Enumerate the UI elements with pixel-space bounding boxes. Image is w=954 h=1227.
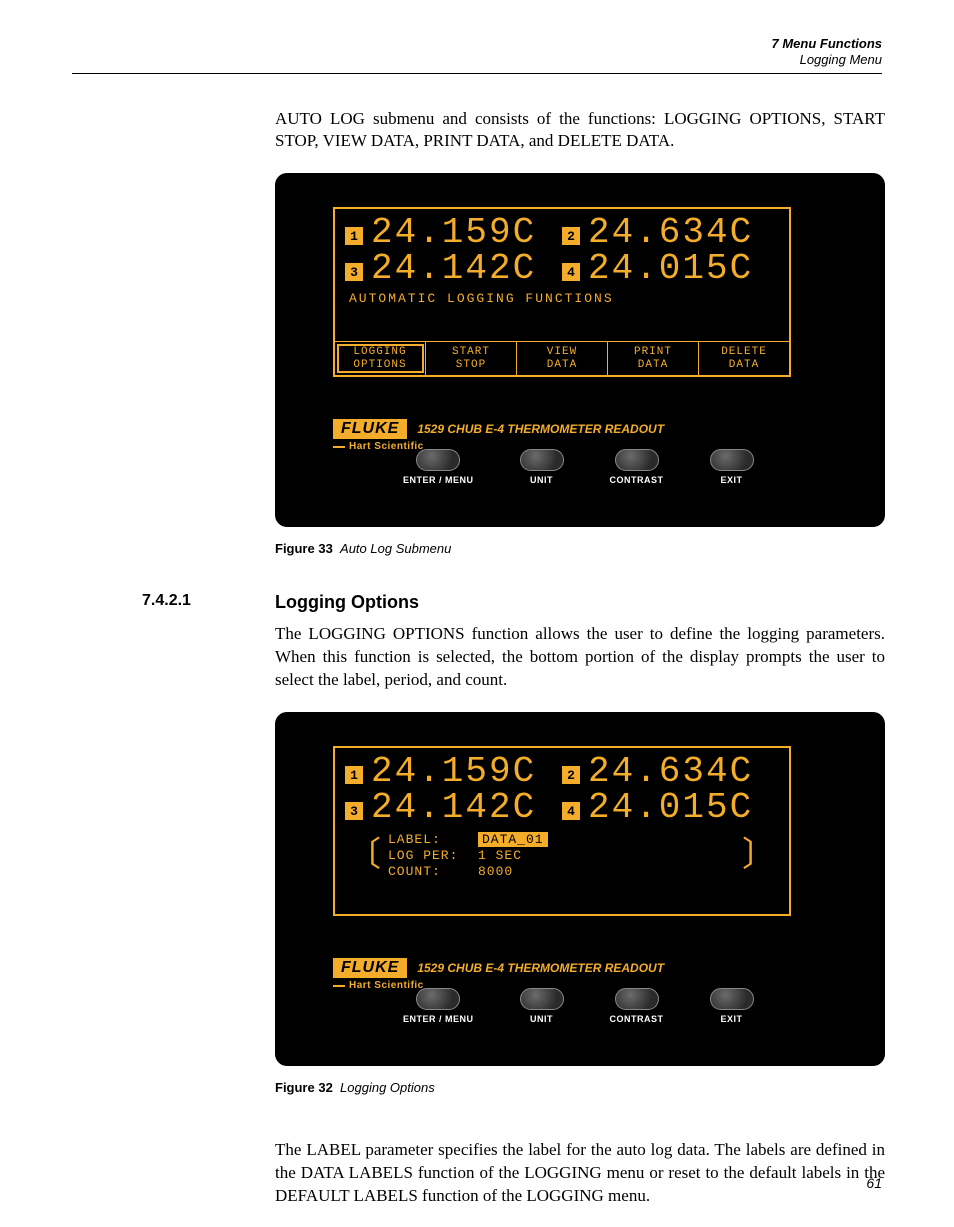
button-oval bbox=[520, 988, 564, 1010]
channel-badge-3: 3 bbox=[345, 802, 363, 820]
softkey-logging-options[interactable]: LOGGING OPTIONS bbox=[335, 342, 426, 375]
button-exit[interactable]: EXIT bbox=[710, 988, 754, 1024]
softkey-delete-data[interactable]: DELETE DATA bbox=[699, 342, 789, 375]
softkey-row: LOGGING OPTIONS START STOP VIEW DATA bbox=[335, 341, 789, 375]
param-label-value[interactable]: DATA_01 bbox=[478, 832, 548, 847]
param-period-key: LOG PER: bbox=[388, 848, 478, 863]
device-panel: 1 24.159C 2 24.634C 3 24.142C bbox=[275, 173, 885, 527]
button-oval bbox=[416, 988, 460, 1010]
header-rule bbox=[72, 73, 882, 74]
param-count-key: COUNT: bbox=[388, 864, 478, 879]
model-label: 1529 CHUB E-4 THERMOMETER READOUT bbox=[417, 422, 664, 436]
section-heading-row: 7.4.2.1 Logging Options bbox=[72, 592, 882, 613]
param-label-key: LABEL: bbox=[388, 832, 478, 847]
figure-33: 1 24.159C 2 24.634C 3 24.142C bbox=[275, 173, 885, 527]
page-header: 7 Menu Functions Logging Menu bbox=[72, 36, 882, 74]
button-oval bbox=[615, 988, 659, 1010]
readouts-grid: 1 24.159C 2 24.634C 3 24.142C bbox=[335, 748, 789, 828]
channel-badge-3: 3 bbox=[345, 263, 363, 281]
readout-ch4: 4 24.015C bbox=[562, 251, 779, 287]
readouts-grid: 1 24.159C 2 24.634C 3 24.142C bbox=[335, 209, 789, 289]
readout-ch3: 3 24.142C bbox=[345, 251, 562, 287]
channel-value-3: 24.142C bbox=[371, 790, 536, 826]
channel-badge-1: 1 bbox=[345, 227, 363, 245]
model-label: 1529 CHUB E-4 THERMOMETER READOUT bbox=[417, 961, 664, 975]
channel-value-1: 24.159C bbox=[371, 215, 536, 251]
button-unit[interactable]: UNIT bbox=[520, 449, 564, 485]
button-oval bbox=[710, 988, 754, 1010]
readout-ch2: 2 24.634C bbox=[562, 215, 779, 251]
fluke-logo: FLUKE bbox=[333, 958, 407, 978]
button-contrast[interactable]: CONTRAST bbox=[610, 449, 664, 485]
readout-ch1: 1 24.159C bbox=[345, 754, 562, 790]
brand-row: FLUKE 1529 CHUB E-4 THERMOMETER READOUT bbox=[333, 958, 791, 978]
button-oval bbox=[615, 449, 659, 471]
figure-32: 1 24.159C 2 24.634C 3 24.142C bbox=[275, 712, 885, 1066]
hardware-buttons: ENTER / MENU UNIT CONTRAST EXIT bbox=[403, 449, 754, 485]
button-enter-menu[interactable]: ENTER / MENU bbox=[403, 449, 474, 485]
section-paragraph-2: The LABEL parameter specifies the label … bbox=[275, 1139, 885, 1208]
readout-ch1: 1 24.159C bbox=[345, 215, 562, 251]
softkey-print-data[interactable]: PRINT DATA bbox=[608, 342, 699, 375]
button-exit[interactable]: EXIT bbox=[710, 449, 754, 485]
softkey-start-stop[interactable]: START STOP bbox=[426, 342, 517, 375]
param-period-value[interactable]: 1 SEC bbox=[478, 848, 548, 863]
button-oval bbox=[710, 449, 754, 471]
lcd-screen: 1 24.159C 2 24.634C 3 24.142C bbox=[333, 207, 791, 377]
readout-ch2: 2 24.634C bbox=[562, 754, 779, 790]
figure-33-caption: Figure 33 Auto Log Submenu bbox=[275, 541, 882, 556]
channel-badge-2: 2 bbox=[562, 227, 580, 245]
readout-ch3: 3 24.142C bbox=[345, 790, 562, 826]
section-title: Logging Options bbox=[275, 592, 419, 613]
lcd-screen: 1 24.159C 2 24.634C 3 24.142C bbox=[333, 746, 791, 916]
figure-32-caption: Figure 32 Logging Options bbox=[275, 1080, 882, 1095]
device-panel: 1 24.159C 2 24.634C 3 24.142C bbox=[275, 712, 885, 1066]
channel-badge-1: 1 bbox=[345, 766, 363, 784]
header-section: Logging Menu bbox=[72, 52, 882, 68]
header-chapter: 7 Menu Functions bbox=[72, 36, 882, 52]
params-block: 〔 LABEL: DATA_01 LOG PER: 1 SEC COUNT: 8… bbox=[335, 828, 789, 885]
button-oval bbox=[520, 449, 564, 471]
right-bracket-icon: 〕 bbox=[742, 847, 777, 864]
param-count-value[interactable]: 8000 bbox=[478, 864, 548, 879]
button-enter-menu[interactable]: ENTER / MENU bbox=[403, 988, 474, 1024]
button-oval bbox=[416, 449, 460, 471]
brand-row: FLUKE 1529 CHUB E-4 THERMOMETER READOUT bbox=[333, 419, 791, 439]
channel-badge-2: 2 bbox=[562, 766, 580, 784]
channel-value-4: 24.015C bbox=[588, 251, 753, 287]
channel-value-3: 24.142C bbox=[371, 251, 536, 287]
hardware-buttons: ENTER / MENU UNIT CONTRAST EXIT bbox=[403, 988, 754, 1024]
channel-value-2: 24.634C bbox=[588, 215, 753, 251]
fluke-logo: FLUKE bbox=[333, 419, 407, 439]
section-number: 7.4.2.1 bbox=[72, 592, 275, 613]
intro-paragraph: AUTO LOG submenu and consists of the fun… bbox=[275, 108, 885, 154]
lcd-subtitle: AUTOMATIC LOGGING FUNCTIONS bbox=[335, 289, 789, 308]
channel-value-1: 24.159C bbox=[371, 754, 536, 790]
channel-value-2: 24.634C bbox=[588, 754, 753, 790]
button-contrast[interactable]: CONTRAST bbox=[610, 988, 664, 1024]
page-number: 61 bbox=[866, 1175, 882, 1191]
channel-badge-4: 4 bbox=[562, 802, 580, 820]
section-paragraph-1: The LOGGING OPTIONS function allows the … bbox=[275, 623, 885, 692]
left-bracket-icon: 〔 bbox=[347, 847, 382, 864]
button-unit[interactable]: UNIT bbox=[520, 988, 564, 1024]
softkey-view-data[interactable]: VIEW DATA bbox=[517, 342, 608, 375]
readout-ch4: 4 24.015C bbox=[562, 790, 779, 826]
channel-badge-4: 4 bbox=[562, 263, 580, 281]
channel-value-4: 24.015C bbox=[588, 790, 753, 826]
